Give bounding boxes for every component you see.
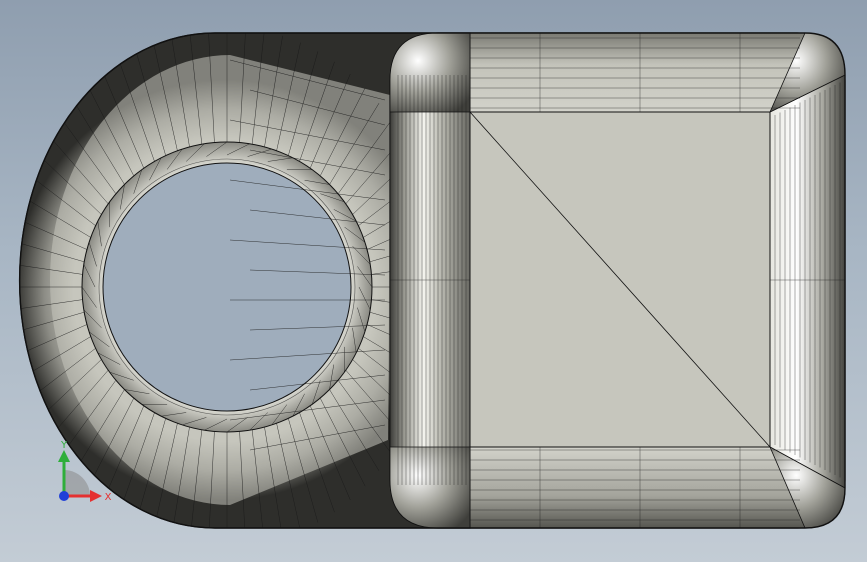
x-axis-arrow-icon bbox=[90, 490, 102, 502]
y-axis-arrow-icon bbox=[58, 450, 70, 462]
part-model[interactable] bbox=[0, 0, 867, 562]
triad-quadrant bbox=[64, 470, 90, 496]
y-axis-label: Y bbox=[60, 440, 68, 451]
graphics-viewport[interactable]: Y X bbox=[0, 0, 867, 562]
through-hole[interactable] bbox=[81, 141, 373, 433]
block-body[interactable] bbox=[389, 32, 846, 529]
reference-triad: Y X bbox=[58, 440, 112, 503]
x-axis-label: X bbox=[105, 492, 112, 503]
z-axis-dot-icon bbox=[59, 491, 69, 501]
